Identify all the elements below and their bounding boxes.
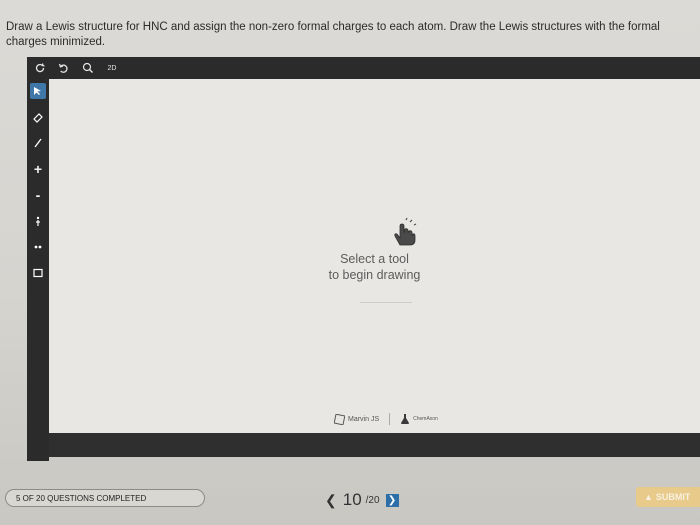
drawing-canvas[interactable]: Select a tool to begin drawing Marvin JS… — [49, 79, 700, 433]
eraser-icon[interactable] — [30, 109, 46, 125]
canvas-hint: Select a tool to begin drawing — [49, 251, 700, 283]
current-question-number: 10 — [342, 490, 362, 509]
editor-left-toolbar: + - — [27, 79, 49, 461]
marvin-logo: Marvin JS — [334, 413, 380, 425]
chemaxon-logo: ChemAxon — [400, 413, 438, 425]
editor-bottom-bar — [49, 433, 700, 457]
marvin-logo-text: Marvin JS — [348, 415, 380, 423]
plus-charge-label: + — [33, 161, 43, 177]
total-questions: /20 — [365, 494, 380, 506]
progress-indicator: 5 OF 20 QUESTIONS COMPLETED — [5, 489, 205, 507]
clean-2d-icon[interactable]: 2D — [105, 61, 119, 75]
bond-line-icon[interactable] — [30, 135, 46, 151]
chemaxon-logo-text: ChemAxon — [413, 416, 438, 422]
redo-icon[interactable] — [57, 61, 71, 75]
zoom-icon[interactable] — [81, 61, 95, 75]
question-pager: ❮ 10 /20 ❯ — [325, 490, 399, 510]
minus-charge-label: - — [35, 187, 41, 203]
hint-line-2: to begin drawing — [328, 268, 421, 282]
question-text: Draw a Lewis structure for HNC and assig… — [6, 21, 660, 48]
submit-button[interactable]: ▲ SUBMIT — [636, 487, 700, 507]
radical-icon[interactable] — [30, 239, 46, 255]
lone-pair-icon[interactable] — [30, 213, 46, 229]
hint-line-1: Select a tool — [340, 252, 409, 266]
submit-icon: ▲ — [644, 492, 653, 502]
editor-top-toolbar: 2D — [27, 57, 700, 79]
submit-label: SUBMIT — [655, 492, 691, 502]
screen: Draw a Lewis structure for HNC and assig… — [0, 0, 700, 525]
rectangle-icon[interactable] — [30, 265, 46, 281]
marvin-editor: 2D + - Select a tool to begin drawing Ma… — [27, 57, 700, 461]
editor-logos: Marvin JS ChemAxon — [334, 413, 438, 425]
logo-separator — [389, 413, 391, 425]
select-arrow-icon[interactable] — [30, 83, 46, 99]
plus-charge-icon[interactable]: + — [30, 161, 46, 177]
previous-question-button[interactable]: ❮ — [325, 492, 337, 509]
pointer-hand-icon — [388, 217, 420, 254]
next-question-button[interactable]: ❯ — [385, 493, 399, 507]
undo-icon[interactable] — [33, 61, 47, 75]
hint-divider — [360, 302, 412, 303]
clean-2d-label: 2D — [107, 64, 117, 72]
minus-charge-icon[interactable]: - — [30, 187, 46, 203]
